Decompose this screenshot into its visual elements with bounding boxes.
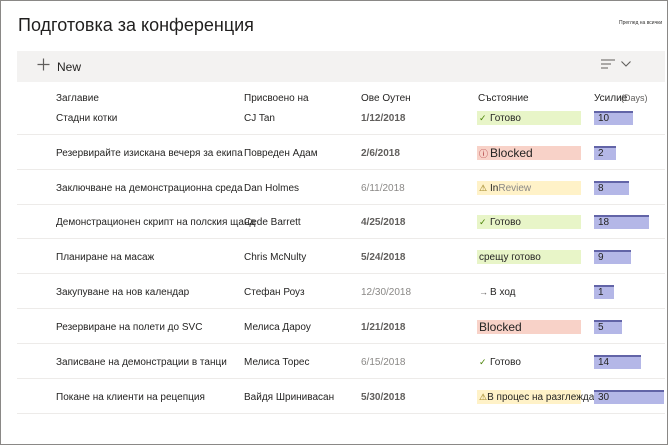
row-assigned-to: Стефан Роуз xyxy=(244,287,305,298)
row-title: Резервирайте изискана вечеря за екипа xyxy=(56,148,243,159)
filter-lines-icon xyxy=(601,59,615,69)
row-title: Записване на демонстрации в танци xyxy=(56,357,227,368)
row-due-date: 5/30/2018 xyxy=(361,392,406,403)
status-label: Blocked xyxy=(490,146,533,160)
effort-bar: 30 xyxy=(594,390,664,404)
row-due-date: 6/15/2018 xyxy=(361,357,406,368)
status-label: срещу готово xyxy=(479,251,541,263)
row-due-date: 6/11/2018 xyxy=(361,183,405,194)
row-assigned-to: Мелиса Дарoу xyxy=(244,322,311,333)
row-assigned-to: Cede Barrett xyxy=(244,217,301,228)
table-row[interactable]: Планиране на масаж Chris McNulty 5/24/2018… xyxy=(17,240,665,274)
table-row[interactable]: Заключване на демонстрационна среда Dan H… xyxy=(17,171,665,205)
status-badge: → В ход xyxy=(477,285,581,299)
effort-bar: 18 xyxy=(594,215,649,229)
status-label: В ход xyxy=(490,286,516,298)
row-title: Закупуване на нов календар xyxy=(56,287,190,298)
warning-icon: ⚠ xyxy=(479,391,488,402)
status-label: Готово xyxy=(490,112,521,124)
new-item-button[interactable]: New xyxy=(37,58,81,76)
row-assigned-to: Повреден Адам xyxy=(244,148,318,159)
row-due-date: 1/21/2018 xyxy=(361,322,406,333)
row-assigned-to: Вайдя Шринивасан xyxy=(244,392,335,403)
arrow-right-icon: → xyxy=(479,287,488,297)
list-web-part: Подготовка за конференция Преглед на вси… xyxy=(0,0,668,445)
check-icon: ✓ xyxy=(479,356,487,367)
warning-icon: ⚠ xyxy=(479,182,488,193)
blocked-icon: ⓘ xyxy=(479,148,489,159)
check-icon: ✓ xyxy=(479,216,487,227)
status-badge: ✓ Готово xyxy=(477,355,581,369)
row-assigned-to: Chris McNulty xyxy=(244,252,307,263)
table-row[interactable]: Резервирайте изискана вечеря за екипа Пов… xyxy=(17,136,665,170)
status-badge: ✓ Готово xyxy=(477,111,581,125)
effort-bar: 14 xyxy=(594,355,641,369)
see-all-link[interactable]: Преглед на всички xyxy=(619,20,662,26)
table-row[interactable]: Записване на демонстрации в танци Мелиса … xyxy=(17,345,665,379)
row-title: Стадни котки xyxy=(56,113,118,124)
row-title: Демонстрационен скрипт на полския щанд xyxy=(56,217,256,228)
status-label: In xyxy=(490,182,499,194)
row-title: Покане на клиенти на рецепция xyxy=(56,392,205,403)
status-badge: ⚠ В процес на разглеждане xyxy=(477,390,605,404)
row-due-date: 5/24/2018 xyxy=(361,252,406,263)
command-bar: New xyxy=(17,51,665,82)
page-title: Подготовка за конференция xyxy=(18,15,254,35)
row-assigned-to: CJ Tan xyxy=(244,113,275,124)
table-row[interactable]: Резервиране на полети до SVC Мелиса Дарoу… xyxy=(17,310,665,344)
effort-bar: 9 xyxy=(594,250,631,264)
status-badge: ✓ Готово xyxy=(477,215,581,229)
row-assigned-to: Мелиса Торес xyxy=(244,357,310,368)
plus-icon xyxy=(37,58,50,76)
effort-bar: 1 xyxy=(594,285,614,299)
status-badge: Blocked xyxy=(477,320,581,334)
table-row[interactable]: Закупуване на нов календар Стефан Роуз 12/… xyxy=(17,275,665,309)
row-title: Заключване на демонстрационна среда xyxy=(56,183,243,194)
effort-bar: 10 xyxy=(594,111,633,125)
effort-bar: 2 xyxy=(594,146,616,160)
row-title: Резервиране на полети до SVC xyxy=(56,322,203,333)
effort-bar: 5 xyxy=(594,320,622,334)
status-label-suffix: Review xyxy=(498,182,532,194)
row-title: Планиране на масаж xyxy=(56,252,155,263)
table-row[interactable]: Демонстрационен скрипт на полския щанд Ce… xyxy=(17,205,665,239)
chevron-down-icon xyxy=(621,61,631,67)
row-due-date: 4/25/2018 xyxy=(361,217,406,228)
row-due-date: 1/12/2018 xyxy=(361,113,406,124)
status-label: Готово xyxy=(490,216,521,228)
check-icon: ✓ xyxy=(479,112,487,123)
row-due-date: 2/6/2018 xyxy=(361,148,400,159)
status-badge: ⓘ Blocked xyxy=(477,146,581,160)
status-label: Готово xyxy=(490,356,521,368)
status-badge: ⚠ In Review xyxy=(477,181,581,195)
table-row[interactable]: Покане на клиенти на рецепция Вайдя Шрини… xyxy=(17,380,665,414)
new-item-label: New xyxy=(57,60,82,74)
status-label: В процес на разглеждане xyxy=(487,391,606,403)
row-assigned-to: Dan Holmes xyxy=(244,183,300,194)
view-options-button[interactable] xyxy=(601,59,631,69)
status-label: Blocked xyxy=(479,320,522,334)
table-row[interactable]: Стадни котки CJ Tan 1/12/2018 ✓ Готово 10 xyxy=(17,101,665,135)
row-due-date: 12/30/2018 xyxy=(361,287,412,298)
status-badge: срещу готово xyxy=(477,250,581,264)
effort-bar: 8 xyxy=(594,181,629,195)
